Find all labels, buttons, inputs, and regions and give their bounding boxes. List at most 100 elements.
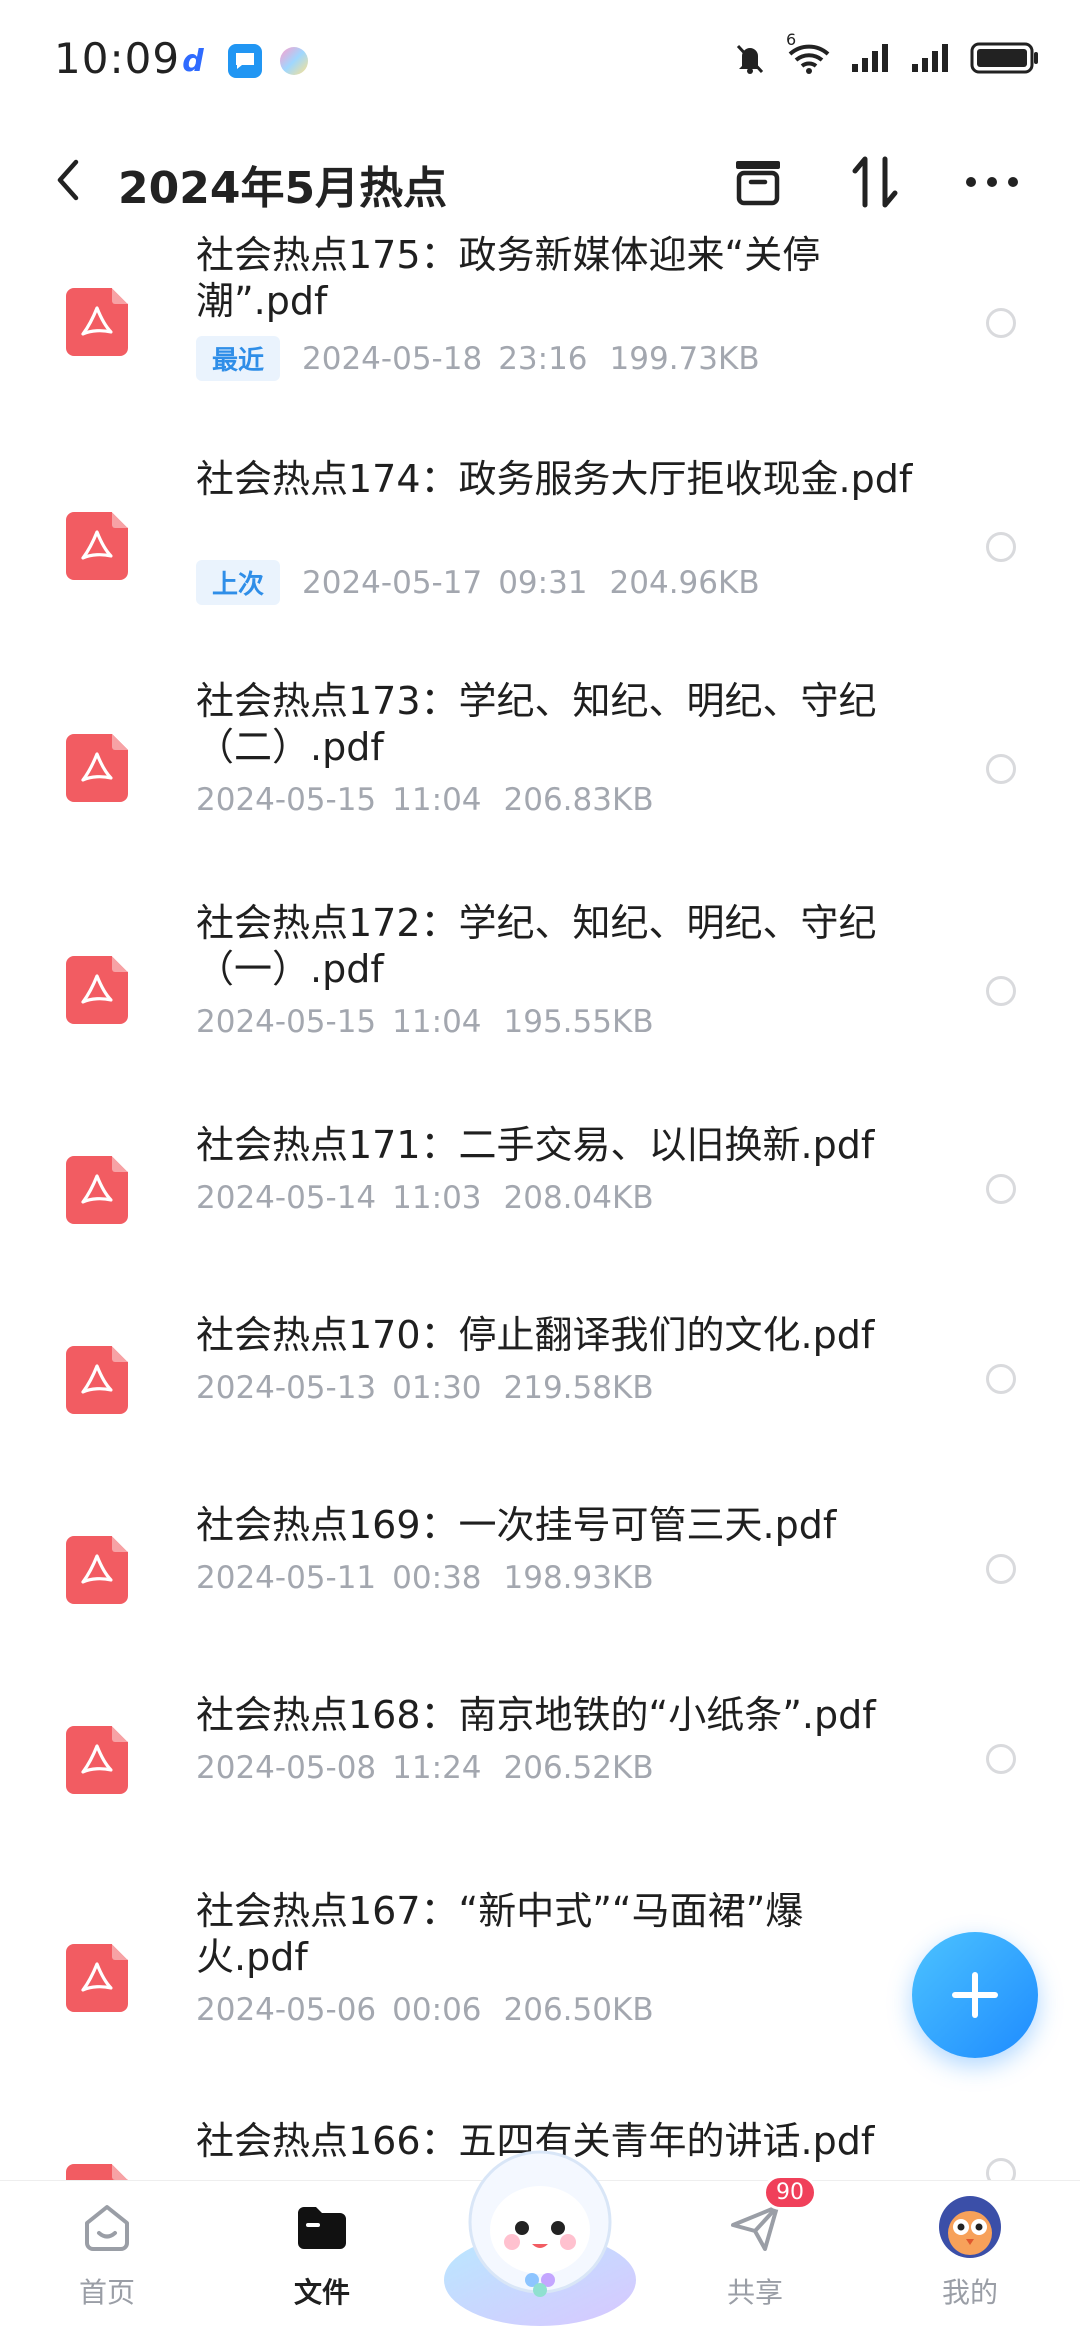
status-app-icons: d [176, 43, 308, 79]
select-checkbox[interactable] [986, 308, 1016, 338]
file-size: 204.96KB [609, 564, 760, 601]
file-time: 23:16 [498, 340, 588, 377]
status-time: 10:09 [54, 34, 181, 83]
archive-icon [736, 161, 780, 206]
folder-icon [290, 2195, 354, 2259]
pdf-file-icon [66, 512, 128, 580]
nav-files-label: 文件 [293, 2276, 350, 2309]
status-bar: 10:09 d 6 [0, 0, 1080, 120]
avatar [938, 2195, 1002, 2259]
back-arrow-icon [57, 159, 79, 201]
plus-icon [952, 1972, 998, 2018]
file-name: 社会热点173：学纪、知纪、明纪、守纪（二）.pdf [196, 679, 877, 769]
mute-bell-icon [732, 40, 768, 76]
share-count-badge: 90 [763, 2175, 817, 2210]
file-tag: 最近 [196, 336, 281, 381]
nav-home-label: 首页 [78, 2276, 135, 2309]
file-name: 社会热点167：“新中式”“马面裙”爆火.pdf [196, 1889, 804, 1979]
message-app-icon [228, 44, 262, 78]
signal-icon [850, 42, 892, 74]
file-name: 社会热点168：南京地铁的“小纸条”.pdf [196, 1693, 876, 1737]
mascot-assistant-button[interactable] [436, 2130, 644, 2326]
file-time: 00:06 [392, 1992, 482, 2028]
file-meta: 2024-05-13 01:30 219.58KB [196, 1370, 654, 1406]
file-time: 11:04 [392, 1004, 482, 1040]
file-time: 11:04 [392, 782, 482, 818]
file-meta: 2024-05-08 11:24 206.52KB [196, 1750, 654, 1786]
file-size: 195.55KB [503, 1004, 654, 1040]
sort-button[interactable] [844, 150, 908, 214]
file-name: 社会热点171：二手交易、以旧换新.pdf [196, 1123, 875, 1167]
file-name: 社会热点174：政务服务大厅拒收现金.pdf [196, 457, 913, 501]
select-checkbox[interactable] [986, 1554, 1016, 1584]
nav-files[interactable]: 文件 [252, 2195, 392, 2325]
select-checkbox[interactable] [986, 754, 1016, 784]
signal-icon-2 [910, 42, 952, 74]
file-list: 社会热点175：政务新媒体迎来“关停潮”.pdf 最近 2024-05-18 2… [0, 232, 1080, 2180]
pdf-file-icon [66, 1536, 128, 1604]
file-time: 11:03 [392, 1180, 482, 1216]
file-name: 社会热点175：政务新媒体迎来“关停潮”.pdf [196, 233, 821, 323]
nav-home[interactable]: 首页 [37, 2195, 177, 2325]
file-meta: 2024-05-15 11:04 206.83KB [196, 782, 654, 818]
file-size: 199.73KB [609, 340, 760, 377]
assistant-app-icon [280, 47, 308, 75]
file-meta: 上次 2024-05-17 09:31 204.96KB [196, 560, 760, 605]
file-size: 206.52KB [503, 1750, 654, 1786]
pdf-file-icon [66, 288, 128, 356]
file-time: 11:24 [392, 1750, 482, 1786]
file-size: 219.58KB [503, 1370, 654, 1406]
file-date: 2024-05-13 [196, 1370, 377, 1406]
header: 2024年5月热点 [0, 130, 1080, 230]
select-checkbox[interactable] [986, 1174, 1016, 1204]
file-name: 社会热点170：停止翻译我们的文化.pdf [196, 1313, 875, 1357]
select-checkbox[interactable] [986, 976, 1016, 1006]
file-time: 09:31 [498, 564, 588, 601]
file-size: 208.04KB [503, 1180, 654, 1216]
file-date: 2024-05-15 [196, 1004, 377, 1040]
file-date: 2024-05-15 [196, 782, 377, 818]
pdf-file-icon [66, 1944, 128, 2012]
file-date: 2024-05-14 [196, 1180, 377, 1216]
add-button[interactable] [912, 1932, 1038, 2058]
more-dots-icon [966, 177, 1018, 187]
file-name: 社会热点169：一次挂号可管三天.pdf [196, 1503, 837, 1547]
pdf-file-icon [66, 1726, 128, 1794]
file-meta: 2024-05-15 11:04 195.55KB [196, 1004, 654, 1040]
file-meta: 2024-05-11 00:38 198.93KB [196, 1560, 654, 1596]
file-date: 2024-05-11 [196, 1560, 377, 1596]
file-size: 198.93KB [503, 1560, 654, 1596]
select-checkbox[interactable] [986, 532, 1016, 562]
archive-button[interactable] [726, 150, 790, 214]
pdf-file-icon [66, 956, 128, 1024]
file-time: 00:38 [392, 1560, 482, 1596]
select-checkbox[interactable] [986, 1364, 1016, 1394]
select-checkbox[interactable] [986, 2158, 1016, 2180]
file-meta: 2024-05-14 11:03 208.04KB [196, 1180, 654, 1216]
network-type-label: 6 [786, 30, 797, 49]
nav-mine[interactable]: 我的 [900, 2195, 1040, 2325]
pdf-file-icon [66, 1346, 128, 1414]
file-date: 2024-05-18 [302, 340, 483, 377]
nav-share-label: 共享 [726, 2276, 783, 2309]
mascot-icon [444, 2150, 636, 2326]
sort-icon [852, 156, 898, 208]
more-button[interactable] [960, 150, 1024, 214]
pdf-file-icon [66, 1156, 128, 1224]
file-meta: 最近 2024-05-18 23:16 199.73KB [196, 336, 760, 381]
file-date: 2024-05-06 [196, 1992, 377, 2028]
home-icon [75, 2195, 139, 2259]
back-button[interactable] [40, 152, 96, 208]
file-name: 社会热点172：学纪、知纪、明纪、守纪（一）.pdf [196, 901, 877, 991]
app-notification-icon: d [182, 43, 204, 79]
battery-icon [970, 41, 1040, 75]
file-size: 206.83KB [503, 782, 654, 818]
file-time: 01:30 [392, 1370, 482, 1406]
pdf-file-icon [66, 734, 128, 802]
page-title: 2024年5月热点 [118, 163, 448, 214]
file-date: 2024-05-08 [196, 1750, 377, 1786]
select-checkbox[interactable] [986, 1744, 1016, 1774]
file-size: 206.50KB [503, 1992, 654, 2028]
nav-mine-label: 我的 [941, 2276, 998, 2309]
nav-share[interactable]: 90 共享 [685, 2175, 825, 2325]
